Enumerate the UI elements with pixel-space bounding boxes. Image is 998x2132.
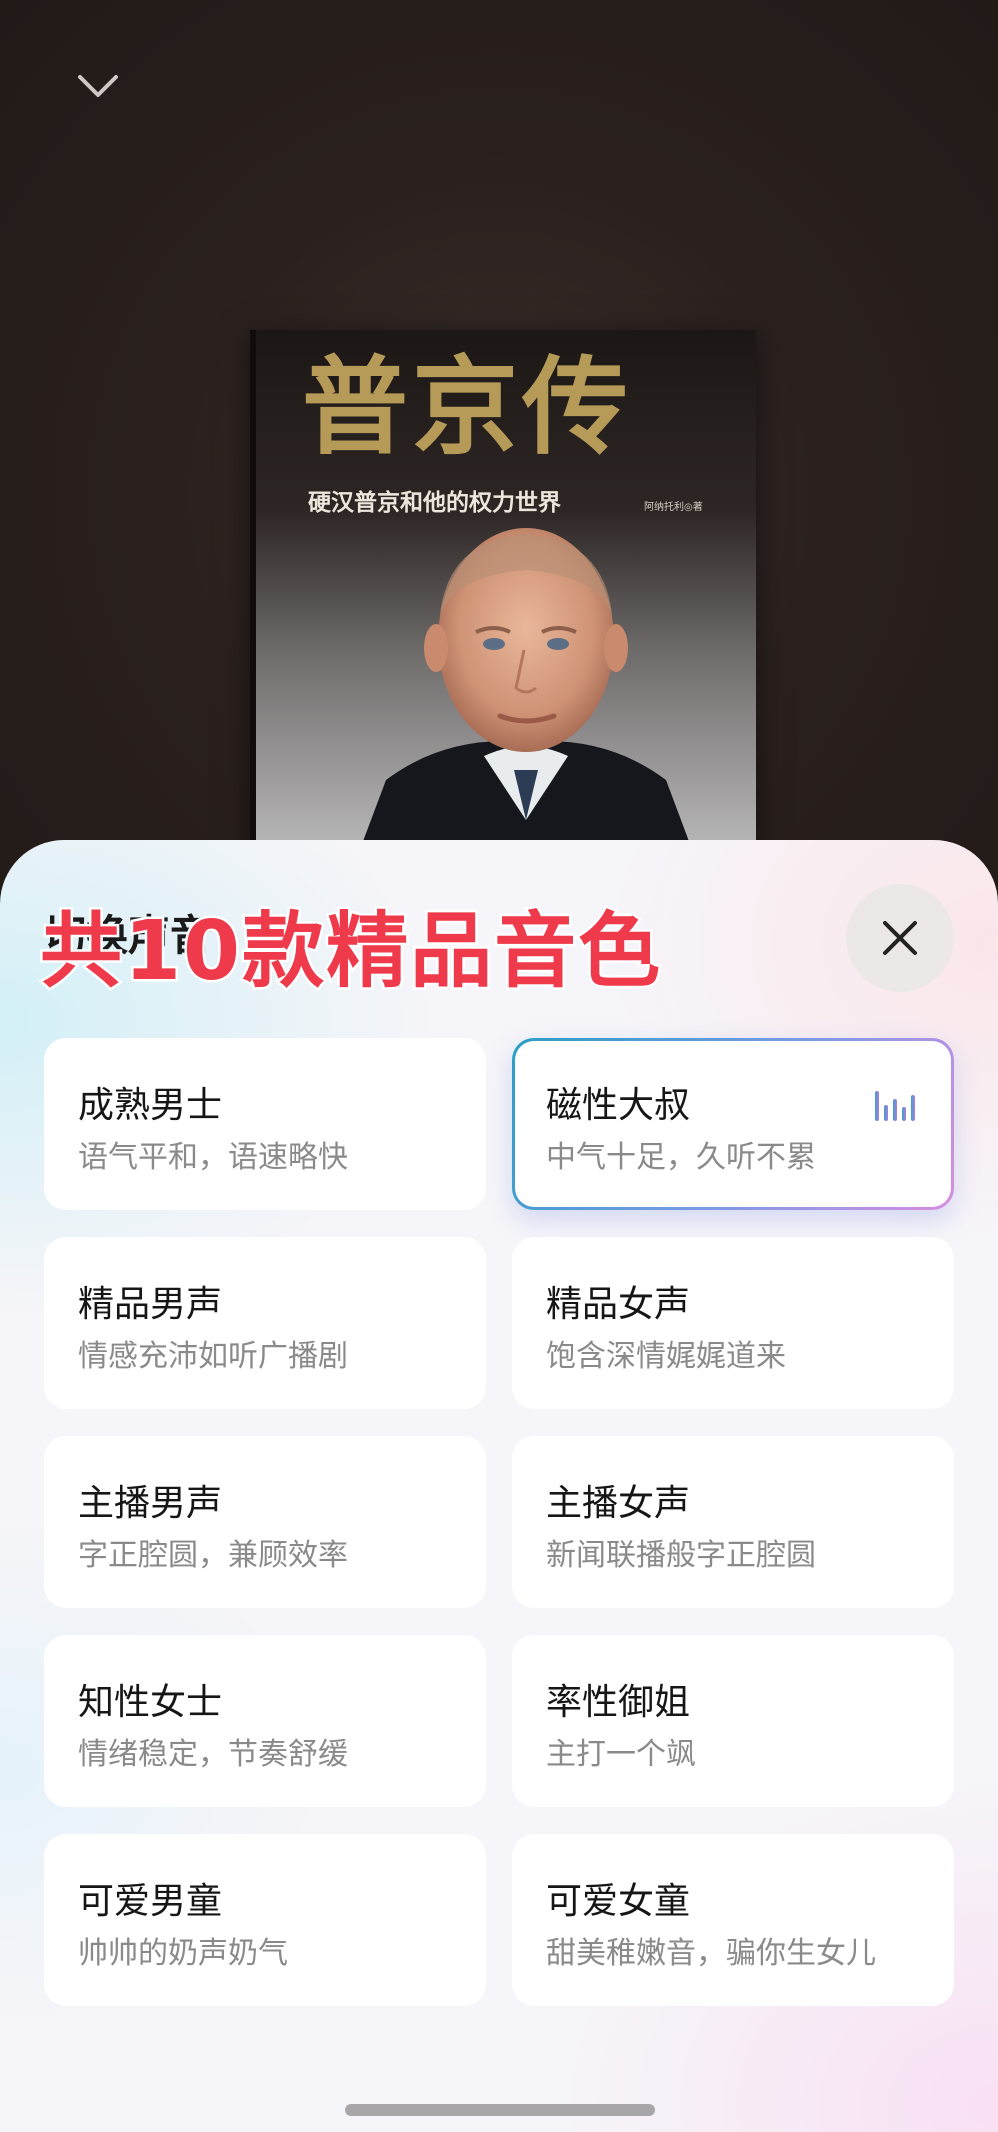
promo-caption: 共10款精品音色 (37, 902, 663, 1002)
voice-card[interactable]: 精品男声 情感充沛如听广播剧 (44, 1237, 486, 1409)
voice-description: 字正腔圆，兼顾效率 (78, 1538, 348, 1573)
cover-portrait (359, 528, 693, 850)
voice-description: 中气十足，久听不累 (546, 1140, 816, 1175)
voice-name: 成熟男士 (78, 1085, 223, 1126)
voice-description: 情绪稳定，节奏舒缓 (78, 1737, 348, 1772)
book-title: 普京传 (302, 344, 632, 469)
voice-description: 新闻联播般字正腔圆 (546, 1538, 816, 1573)
voice-card[interactable]: 成熟男士 语气平和，语速略快 (44, 1038, 486, 1210)
chevron-down-icon (78, 75, 118, 97)
voice-name: 磁性大叔 (546, 1085, 691, 1126)
close-button[interactable] (846, 884, 954, 992)
voice-card[interactable]: 主播男声 字正腔圆，兼顾效率 (44, 1436, 486, 1608)
book-cover: 普京传 硬汉普京和他的权力世界 阿纳托利◎著 (250, 330, 756, 850)
voice-description: 语气平和，语速略快 (78, 1140, 348, 1175)
voice-name: 主播男声 (78, 1483, 223, 1524)
voice-description: 饱含深情娓娓道来 (546, 1339, 786, 1374)
voice-card[interactable]: 可爱男童 帅帅的奶声奶气 (44, 1834, 486, 2006)
book-author: 阿纳托利◎著 (644, 502, 703, 513)
collapse-button[interactable] (72, 60, 124, 112)
voice-name: 可爱男童 (78, 1881, 223, 1922)
voice-name: 精品女声 (546, 1284, 691, 1325)
voice-description: 主打一个飒 (546, 1737, 696, 1772)
voice-description: 帅帅的奶声奶气 (78, 1936, 288, 1971)
voice-card[interactable]: 率性御姐 主打一个飒 (512, 1635, 954, 1807)
voice-card-selected[interactable]: 磁性大叔 中气十足，久听不累 (512, 1038, 954, 1210)
voice-name: 率性御姐 (546, 1682, 691, 1723)
voice-name: 主播女声 (546, 1483, 691, 1524)
book-subtitle: 硬汉普京和他的权力世界 (308, 490, 561, 516)
voice-name: 精品男声 (78, 1284, 223, 1325)
home-indicator[interactable] (345, 2104, 655, 2116)
voice-name: 知性女士 (78, 1682, 223, 1723)
voice-description: 情感充沛如听广播剧 (78, 1339, 348, 1374)
voice-name: 可爱女童 (546, 1881, 691, 1922)
voice-card[interactable]: 可爱女童 甜美稚嫩音，骗你生女儿 (512, 1834, 954, 2006)
voice-description: 甜美稚嫩音，骗你生女儿 (546, 1936, 876, 1971)
voice-card[interactable]: 主播女声 新闻联播般字正腔圆 (512, 1436, 954, 1608)
voice-card[interactable]: 知性女士 情绪稳定，节奏舒缓 (44, 1635, 486, 1807)
close-icon (883, 921, 917, 955)
voice-switch-sheet: 切换声音 共10款精品音色 成熟男士 语气平和，语速略快 磁性大叔 中气十足，久… (0, 840, 998, 2132)
voice-card[interactable]: 精品女声 饱含深情娓娓道来 (512, 1237, 954, 1409)
playing-equalizer-icon (875, 1091, 915, 1121)
